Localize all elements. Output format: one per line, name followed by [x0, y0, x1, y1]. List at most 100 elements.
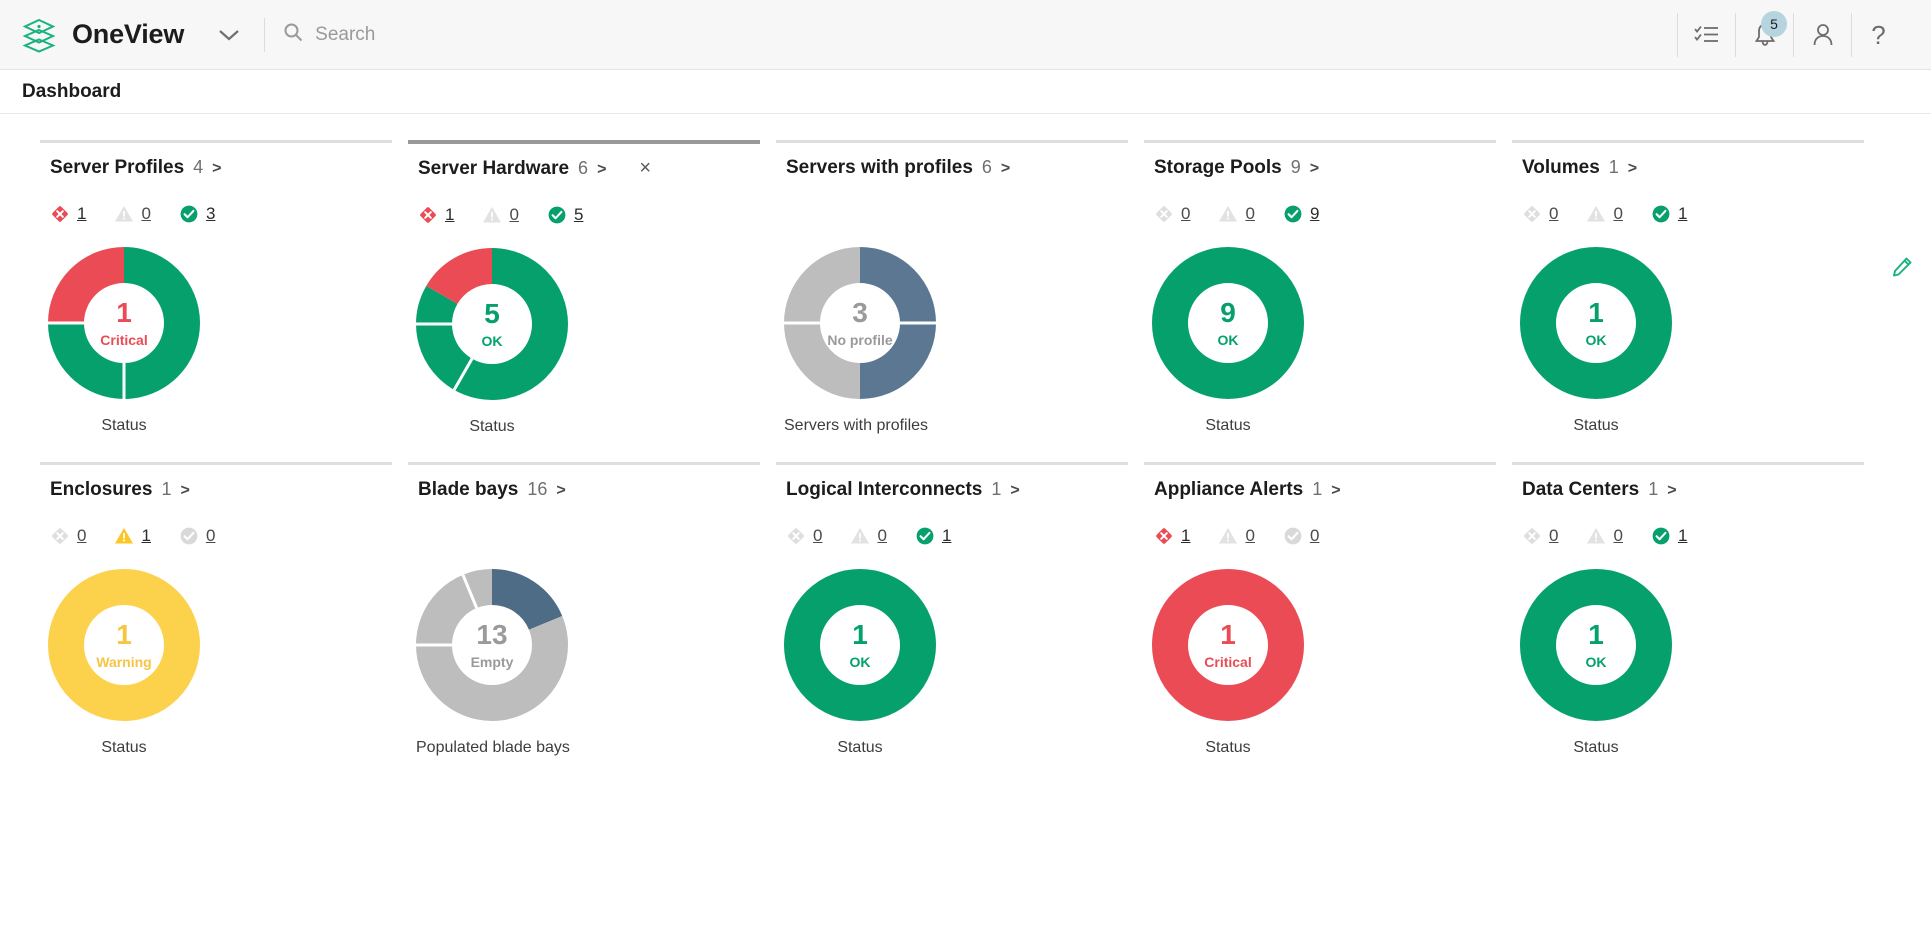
notifications-bell-icon[interactable]: 5: [1735, 10, 1793, 57]
status-chip[interactable]: 0: [114, 204, 151, 224]
card-count[interactable]: 1: [161, 479, 171, 500]
card-header: Data Centers 1 >: [1512, 479, 1880, 505]
card-title[interactable]: Servers with profiles: [786, 157, 973, 179]
status-chip[interactable]: 0: [850, 526, 887, 546]
card-arrow-icon[interactable]: >: [1010, 482, 1019, 500]
card-top-rule: [776, 462, 1128, 465]
card-title[interactable]: Blade bays: [418, 479, 518, 501]
card-arrow-icon[interactable]: >: [180, 482, 189, 500]
status-chip[interactable]: 1: [50, 204, 86, 224]
donut-chart-container: 1 Warning Status: [40, 569, 392, 757]
donut-segment-critical: [1152, 569, 1304, 721]
status-chip-row: [776, 203, 1144, 225]
activity-icon[interactable]: [1677, 12, 1735, 57]
donut-chart-container: 1 OK Status: [1512, 569, 1864, 757]
dashboard-card: Servers with profiles 6 >3 No profile Server…: [776, 130, 1144, 436]
close-icon[interactable]: ×: [639, 158, 651, 178]
donut-chart[interactable]: 1 OK: [784, 569, 936, 721]
status-chip[interactable]: 0: [179, 526, 215, 546]
status-chip-row: [408, 525, 776, 547]
card-title[interactable]: Data Centers: [1522, 479, 1639, 501]
card-count[interactable]: 1: [1312, 479, 1322, 500]
status-chip[interactable]: 0: [786, 526, 822, 546]
donut-chart[interactable]: 13 Empty: [416, 569, 568, 721]
status-chip[interactable]: 3: [179, 204, 215, 224]
help-icon[interactable]: ?: [1851, 12, 1909, 57]
status-chip[interactable]: 0: [1218, 204, 1255, 224]
donut-caption: Status: [1573, 417, 1619, 434]
donut-chart[interactable]: 3 No profile: [784, 247, 936, 399]
status-chip[interactable]: 9: [1283, 204, 1319, 224]
card-count[interactable]: 6: [982, 157, 992, 178]
donut-chart[interactable]: 1 Critical: [1152, 569, 1304, 721]
card-arrow-icon[interactable]: >: [1001, 160, 1010, 178]
card-header: Appliance Alerts 1 >: [1144, 479, 1512, 505]
donut-chart-container: 5 OK Status: [408, 248, 760, 436]
status-chip-count: 5: [573, 205, 584, 224]
card-title[interactable]: Server Profiles: [50, 157, 184, 179]
status-chip-count: 1: [445, 205, 455, 224]
card-title[interactable]: Storage Pools: [1154, 157, 1282, 179]
status-chip[interactable]: 0: [50, 526, 86, 546]
status-chip[interactable]: 0: [1522, 204, 1558, 224]
card-title[interactable]: Logical Interconnects: [786, 479, 982, 501]
card-title[interactable]: Volumes: [1522, 157, 1600, 179]
card-arrow-icon[interactable]: >: [1310, 160, 1319, 178]
card-title[interactable]: Appliance Alerts: [1154, 479, 1303, 501]
ok-icon: [179, 204, 199, 224]
card-title[interactable]: Server Hardware: [418, 158, 569, 180]
search-box[interactable]: [283, 22, 636, 47]
card-count[interactable]: 6: [578, 158, 588, 179]
page-title: Dashboard: [22, 80, 122, 102]
card-top-rule: [1512, 140, 1864, 143]
status-chip-count: 0: [1309, 526, 1320, 545]
card-top-rule: [408, 462, 760, 465]
donut-chart[interactable]: 1 Warning: [48, 569, 200, 721]
card-arrow-icon[interactable]: >: [212, 160, 221, 178]
card-arrow-icon[interactable]: >: [1628, 160, 1637, 178]
card-arrow-icon[interactable]: >: [556, 482, 565, 500]
card-count[interactable]: 1: [1609, 157, 1619, 178]
card-arrow-icon[interactable]: >: [1331, 482, 1340, 500]
search-input[interactable]: [315, 23, 636, 46]
card-count[interactable]: 4: [193, 157, 203, 178]
donut-chart[interactable]: 5 OK: [416, 248, 568, 400]
status-chip[interactable]: 1: [418, 205, 454, 225]
donut-chart[interactable]: 9 OK: [1152, 247, 1304, 399]
status-chip[interactable]: 0: [1218, 526, 1255, 546]
donut-caption: Status: [1205, 739, 1251, 756]
status-chip[interactable]: 0: [1283, 526, 1319, 546]
status-chip[interactable]: 0: [1522, 526, 1558, 546]
status-chip[interactable]: 0: [1586, 526, 1623, 546]
status-chip[interactable]: 1: [1651, 204, 1687, 224]
brand[interactable]: OneView: [22, 17, 184, 53]
status-chip[interactable]: 1: [1651, 526, 1687, 546]
status-chip[interactable]: 1: [114, 526, 151, 546]
critical-icon: [1522, 204, 1542, 224]
status-chip[interactable]: 5: [547, 205, 583, 225]
donut-chart[interactable]: 1 OK: [1520, 569, 1672, 721]
card-top-rule: [408, 140, 760, 144]
card-title[interactable]: Enclosures: [50, 479, 152, 501]
status-chip-row: 0 0 1: [1512, 525, 1880, 547]
status-chip[interactable]: 0: [482, 205, 519, 225]
status-chip[interactable]: 0: [1154, 204, 1190, 224]
card-count[interactable]: 9: [1291, 157, 1301, 178]
card-count[interactable]: 1: [991, 479, 1001, 500]
donut-chart[interactable]: 1 Critical: [48, 247, 200, 399]
status-chip[interactable]: 1: [915, 526, 951, 546]
status-chip-count: 0: [1613, 204, 1623, 223]
dashboard-row-1: Server Profiles 4 > 1 0 3 1 Critical Status Se…: [0, 130, 1931, 436]
card-arrow-icon[interactable]: >: [1667, 482, 1676, 500]
user-account-icon[interactable]: [1793, 12, 1851, 57]
edit-pencil-icon[interactable]: [1891, 256, 1913, 283]
status-chip[interactable]: 0: [1586, 204, 1623, 224]
donut-chart[interactable]: 1 OK: [1520, 247, 1672, 399]
status-chip[interactable]: 1: [1154, 526, 1190, 546]
card-arrow-icon[interactable]: >: [597, 161, 606, 179]
critical-icon: [1522, 526, 1542, 546]
card-count[interactable]: 16: [527, 479, 547, 500]
chevron-down-icon[interactable]: [212, 18, 246, 52]
card-count[interactable]: 1: [1648, 479, 1658, 500]
status-chip-row: 0 0 1: [776, 525, 1144, 547]
